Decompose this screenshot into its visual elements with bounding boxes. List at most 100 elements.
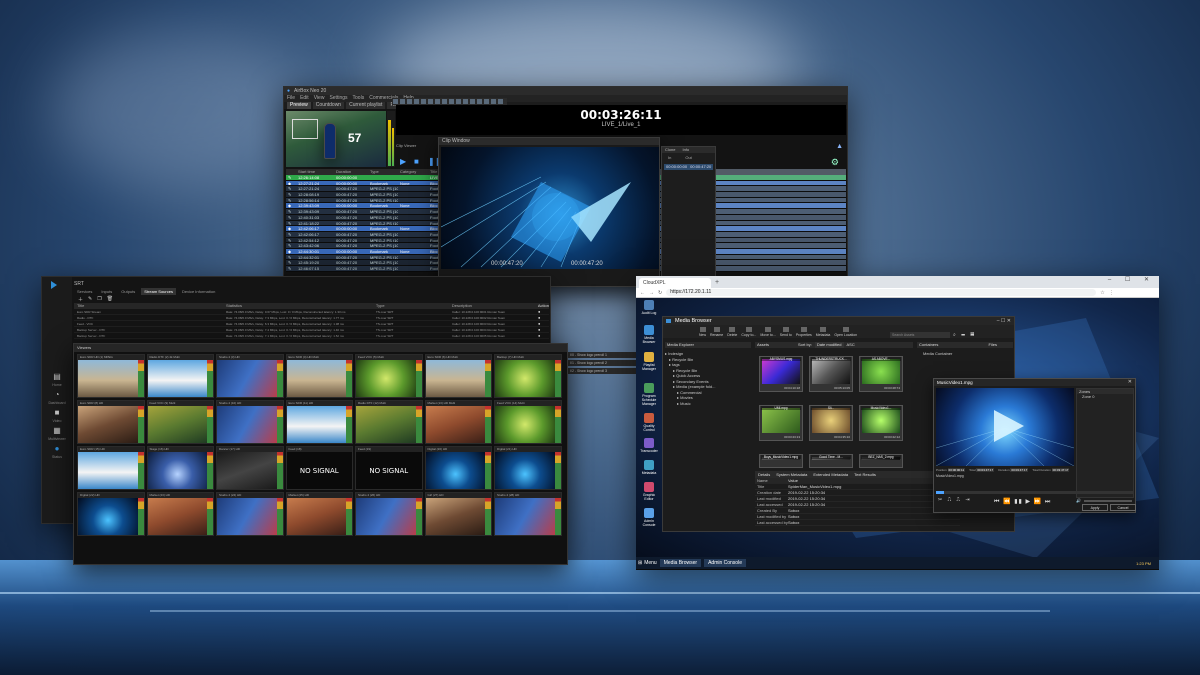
browser-menu-icon[interactable]: ⋮ [1109, 290, 1114, 296]
sort-order[interactable]: ASC [847, 342, 855, 348]
action-icon[interactable]: ● [538, 309, 549, 314]
in-out-row[interactable]: 00:00:00:00 00:00:47:20 [664, 164, 713, 170]
tab-preview[interactable]: Preview [287, 102, 311, 109]
viewer-tile[interactable]: Radio DTF (2) 4k Multi [146, 354, 214, 398]
viewer-tile[interactable]: Euro SDR (15) HD [77, 446, 145, 490]
viewer-tile[interactable]: Studio 4 (24) HD [216, 492, 284, 536]
viewer-tile[interactable]: Stage (16) HD [146, 446, 214, 490]
viewer-tile[interactable]: Feed VOC (14) Multi [494, 400, 562, 444]
viewer-tile[interactable]: Euro SDR (8) HD [77, 400, 145, 444]
desktop-icon[interactable]: Transcoder [638, 438, 660, 453]
stop-icon[interactable]: ■ [414, 157, 419, 166]
overlay-item[interactable]: I/0 - Show logo preroll 1 [568, 352, 638, 358]
cancel-button[interactable]: Cancel [1110, 504, 1136, 511]
desktop-icon[interactable]: Metadata [638, 460, 660, 475]
reload-icon[interactable]: ↻ [658, 290, 662, 296]
viewer-tile[interactable]: Market (25) HD [285, 492, 353, 536]
copy-icon[interactable]: ❐ [97, 296, 101, 303]
tab-text-results[interactable]: Text Results [854, 471, 876, 478]
viewer-tile[interactable]: Market (23) HD [146, 492, 214, 536]
viewer-tile[interactable]: Studio 4 (10) HD [216, 400, 284, 444]
player-close-icon[interactable]: ✕ [1128, 379, 1132, 385]
status-icon[interactable]: ● [50, 444, 64, 453]
overlay-item[interactable]: I/1 - Show logo preroll 2 [568, 360, 638, 366]
viewer-tile[interactable]: Feed (18) NO SIGNAL [285, 446, 353, 490]
asset-thumbnail[interactable]: UMI.mpg 00:03:23:13 [759, 405, 803, 441]
toolbar-icon[interactable] [400, 99, 405, 104]
tab-system-metadata[interactable]: System Metadata [776, 471, 807, 478]
settings-gear-icon[interactable]: ⚙ [831, 157, 839, 168]
viewer-tile[interactable]: Feed VOC (5) Multi [355, 354, 423, 398]
viewer-tile[interactable]: Radio DTF (12) Multi [355, 400, 423, 444]
viewer-tile[interactable]: Digital (20) HD [424, 446, 492, 490]
transport-controls[interactable]: ⏮ ⏪ ▮▮ ▶ ⏩ ⏭ [994, 498, 1051, 506]
start-menu-button[interactable]: ⊞ Menu [638, 560, 657, 566]
viewer-tile[interactable]: Backup (7) HD Multi [494, 354, 562, 398]
player-seekbar[interactable] [936, 491, 1134, 494]
dashboard-icon[interactable]: ◔ [50, 390, 64, 399]
desktop-icon[interactable]: Media Browser [638, 325, 660, 344]
expand-icon[interactable]: ▲ [836, 143, 843, 150]
toolbar-button[interactable]: Move to... [760, 326, 776, 337]
viewer-tile[interactable]: Euro SDR (4) HD Multi [285, 354, 353, 398]
asset-thumbnail[interactable]: THUNDERSTRUCK... 00:05:13:05 [809, 356, 853, 392]
tree-item[interactable]: ▸ Music [665, 401, 751, 407]
tab-info[interactable]: Info [679, 147, 692, 153]
toolbar-icon[interactable] [470, 99, 475, 104]
action-icon[interactable]: ● [538, 321, 549, 326]
table-row[interactable]: Backup Server - DTF Rate: 74.08/0.0 Mb/s,… [74, 333, 549, 339]
action-icon[interactable]: ● [538, 315, 549, 320]
detail-row[interactable]: Last accessed by Sobox [755, 520, 960, 526]
mark-buttons[interactable]: ✂ ⎍ ⎍ ⇥ [938, 497, 972, 503]
asset-thumbnail[interactable]: Good Time - M... [809, 454, 853, 468]
desktop-icon[interactable]: Admin Console [638, 508, 660, 527]
toolbar-icon[interactable] [393, 99, 398, 104]
overlay-item[interactable]: I/2 - Show logo preroll 3 [568, 368, 638, 374]
taskbar-item[interactable]: Admin Console [704, 559, 746, 567]
viewer-tile[interactable]: Market (13) HD Multi [424, 400, 492, 444]
toolbar-icon[interactable] [435, 99, 440, 104]
apply-button[interactable]: Apply [1082, 504, 1108, 511]
toolbar-icon[interactable] [491, 99, 496, 104]
tab-clone[interactable]: Clone [662, 147, 678, 153]
viewer-tile[interactable]: Digital (22) HD [77, 492, 145, 536]
bookmark-star-icon[interactable]: ☆ [1100, 290, 1104, 296]
volume-icon[interactable]: 🔊 [1076, 498, 1081, 503]
viewer-tile[interactable]: Studio 4 (26) HD [355, 492, 423, 536]
tab-current-playlist[interactable]: Current playlist [346, 102, 386, 109]
tab-details[interactable]: Details [758, 471, 770, 478]
sort-select[interactable]: Date modified [814, 342, 844, 348]
container-item[interactable]: Media Container [917, 351, 1013, 357]
asset-thumbnail[interactable]: Sli... 00:04:35:10 [809, 405, 853, 441]
toolbar-icon[interactable] [414, 99, 419, 104]
toolbar-icon[interactable] [442, 99, 447, 104]
viewer-tile[interactable]: Euro SDR (6) HD Multi [424, 354, 492, 398]
browser-tab[interactable]: CloudXPL [639, 278, 711, 288]
delete-icon[interactable]: 🗑 [107, 296, 113, 303]
viewer-tile[interactable]: Feed VOC (9) Multi [146, 400, 214, 444]
video-icon[interactable]: ■ [50, 408, 64, 417]
asset-thumbnail[interactable]: Boys_MusicVideo1.mpg [759, 454, 803, 468]
toolbar-button[interactable]: Metadata [816, 326, 830, 337]
toolbar-icon[interactable] [407, 99, 412, 104]
tab-device-information[interactable]: Device Information [179, 288, 218, 295]
toolbar-icon[interactable] [421, 99, 426, 104]
menu-item[interactable]: Settings [329, 95, 347, 102]
toolbar-button[interactable]: Properties [796, 326, 812, 337]
toolbar-icon[interactable] [449, 99, 454, 104]
viewer-tile[interactable]: Studio 4 (28) HD [494, 492, 562, 536]
action-icon[interactable]: ● [538, 333, 549, 338]
add-icon[interactable]: ＋ [78, 296, 83, 303]
toolbar-button[interactable]: Rename [710, 326, 723, 337]
toolbar-icon[interactable] [463, 99, 468, 104]
toolbar-icon[interactable] [498, 99, 503, 104]
asset-thumbnail[interactable]: AS ABOVE... 00:03:28:74 [859, 356, 903, 392]
desktop-icon[interactable]: Program Schedule Manager [638, 383, 660, 406]
menu-item[interactable]: File [287, 95, 295, 102]
tab-countdown[interactable]: Countdown [312, 102, 345, 109]
toolbar-icon[interactable] [484, 99, 489, 104]
home-icon[interactable]: ▤ [50, 372, 64, 381]
view-options[interactable]: ⌕ ☰ ▦ [953, 332, 976, 338]
play-icon[interactable]: ▶ [400, 157, 406, 166]
back-icon[interactable]: ← [640, 290, 645, 296]
